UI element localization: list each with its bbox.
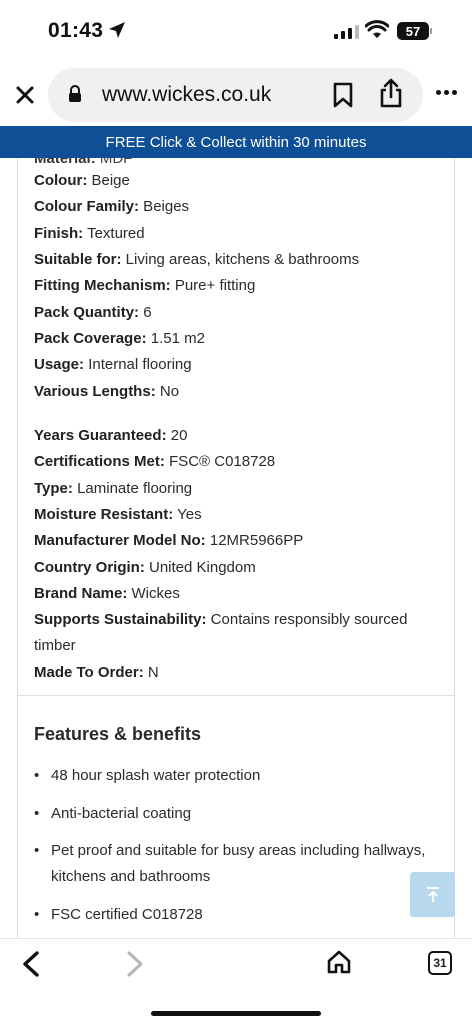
spec-model-no: Manufacturer Model No: 12MR5966PP bbox=[34, 532, 304, 549]
share-icon[interactable] bbox=[378, 78, 404, 108]
spec-type: Type: Laminate flooring bbox=[34, 480, 193, 497]
feature-item: • 48 hour splash water protection bbox=[34, 767, 261, 784]
spec-certifications: Certifications Met: FSC® C018728 bbox=[34, 453, 276, 470]
home-indicator bbox=[151, 1011, 321, 1016]
page-content: Material: MDF Colour: Beige Colour Famil… bbox=[0, 158, 472, 938]
spec-finish: Finish: Textured bbox=[34, 225, 145, 242]
tabs-button[interactable]: 31 bbox=[428, 951, 452, 975]
arrow-up-icon bbox=[426, 886, 439, 902]
status-bar: 01:43 57 bbox=[0, 0, 472, 62]
url-text: www.wickes.co.uk bbox=[102, 83, 272, 106]
spec-years-guaranteed: Years Guaranteed: 20 bbox=[34, 427, 188, 444]
spec-pack-quantity: Pack Quantity: 6 bbox=[34, 304, 152, 321]
close-icon bbox=[16, 86, 34, 104]
back-icon[interactable] bbox=[20, 951, 44, 977]
spec-colour-family: Colour Family: Beiges bbox=[34, 198, 190, 215]
address-bar[interactable]: www.wickes.co.uk bbox=[48, 68, 423, 122]
feature-item: • Pet proof and suitable for busy areas i… bbox=[34, 842, 426, 885]
spec-moisture-resistant: Moisture Resistant: Yes bbox=[34, 506, 202, 523]
clock: 01:43 bbox=[48, 19, 104, 42]
bookmark-icon[interactable] bbox=[332, 82, 354, 108]
battery-icon: 57 bbox=[397, 22, 432, 40]
section-divider bbox=[18, 695, 454, 696]
spec-fitting-mechanism: Fitting Mechanism: Pure+ fitting bbox=[34, 277, 256, 294]
lock-icon bbox=[69, 85, 81, 102]
feature-item: • FSC certified C018728 bbox=[34, 906, 203, 923]
spec-brand-name: Brand Name: Wickes bbox=[34, 585, 180, 602]
spec-various-lengths: Various Lengths: No bbox=[34, 383, 180, 400]
promo-banner[interactable]: FREE Click & Collect within 30 minutes bbox=[0, 126, 472, 158]
close-button[interactable] bbox=[12, 82, 38, 108]
spec-country-origin: Country Origin: United Kingdom bbox=[34, 559, 256, 576]
spec-colour: Colour: Beige bbox=[34, 172, 130, 189]
bottom-toolbar: 31 bbox=[0, 938, 472, 1024]
forward-icon[interactable] bbox=[122, 951, 146, 977]
home-icon[interactable] bbox=[326, 949, 352, 975]
wifi-icon bbox=[365, 20, 389, 38]
spec-usage: Usage: Internal flooring bbox=[34, 356, 192, 373]
features-heading: Features & benefits bbox=[34, 724, 202, 744]
browser-toolbar: www.wickes.co.uk bbox=[0, 62, 472, 126]
cellular-signal-icon bbox=[334, 24, 359, 39]
spec-sustainability: Supports Sustainability: Contains respon… bbox=[34, 611, 408, 654]
spec-pack-coverage: Pack Coverage: 1.51 m2 bbox=[34, 330, 205, 347]
spec-suitable-for: Suitable for: Living areas, kitchens & b… bbox=[34, 251, 360, 268]
spec-made-to-order: Made To Order: N bbox=[34, 664, 159, 681]
scroll-to-top-button[interactable] bbox=[410, 872, 455, 917]
feature-item: • Anti-bacterial coating bbox=[34, 805, 192, 822]
location-arrow-icon bbox=[109, 22, 125, 38]
more-options-button[interactable] bbox=[436, 90, 457, 95]
